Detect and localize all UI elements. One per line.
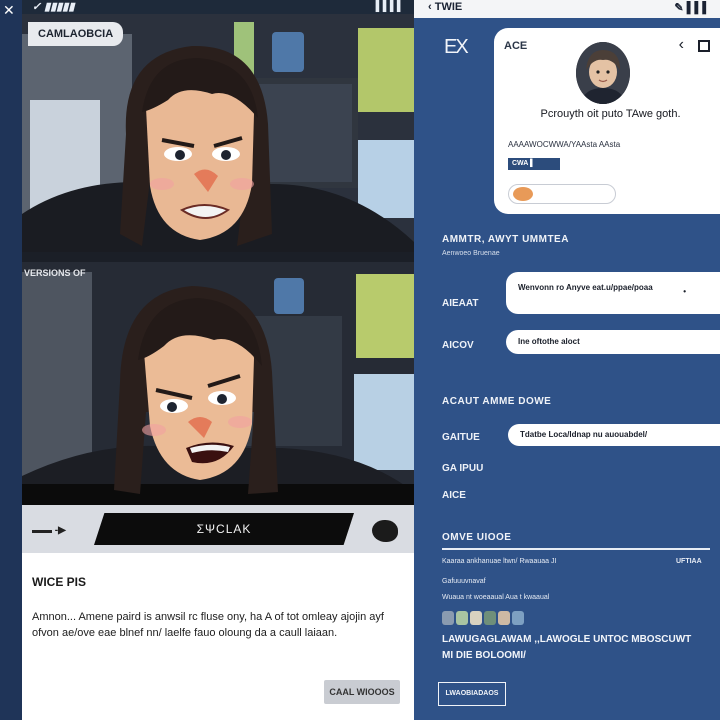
character-illustration-2 xyxy=(22,262,414,505)
row-label-2: AICOV xyxy=(442,340,474,351)
profile-name: ACE xyxy=(504,40,528,52)
panel-title-chip[interactable]: CAMLAOBCIA xyxy=(28,22,124,46)
left-status-bar: ✓ ▮▮▮▮▮ ▌▌▌▌ xyxy=(22,0,414,14)
left-edge: ✕ xyxy=(0,0,22,720)
color-swatch[interactable] xyxy=(470,611,482,625)
status-text: ✓ ▮▮▮▮▮ xyxy=(32,1,75,13)
caption-row: ▬▬ -▶ ΣΨCLAK xyxy=(22,505,414,553)
footer-line-2: MI DIE BOLOOMI/ xyxy=(442,650,526,661)
row-value-1[interactable]: Wenvonn ro Anyve eat.u/ppae/poaa • xyxy=(506,272,720,314)
signal-icon: ✎ ▌▌▌ xyxy=(674,2,710,14)
list-item[interactable]: Wuaua nt woeaaual Aua t kwaaual xyxy=(442,594,549,601)
profile-tag[interactable]: CWA ▌ xyxy=(508,158,560,170)
profile-sidebar: ‹ TWIE ✎ ▌▌▌ EX ACE ‹ Pcrouyth oit puto … xyxy=(414,0,720,720)
row-label-5[interactable]: AICE xyxy=(442,490,466,501)
row-label-3: GAITUE xyxy=(442,432,480,443)
color-swatch[interactable] xyxy=(442,611,454,625)
story-body: Amnon... Amene paird is anwsil rc fluse … xyxy=(32,611,384,639)
dot-icon: • xyxy=(683,287,686,296)
avatar-illustration xyxy=(576,42,630,104)
list-item[interactable]: Kaaraa ankhanuae ltwn/ Rwaauaa JI xyxy=(442,558,556,565)
slider-knob[interactable] xyxy=(513,187,533,201)
speech-bubble-icon[interactable] xyxy=(372,520,398,542)
profile-meta: AAAAWOCWWA/YAAsta AAsta xyxy=(508,140,621,149)
row-label-4[interactable]: GA IPUU xyxy=(442,463,483,474)
color-swatch[interactable] xyxy=(498,611,510,625)
section-title-1: AMMTR, AWYT UMMTEA xyxy=(442,234,569,245)
sidebar-top-bar: ‹ TWIE ✎ ▌▌▌ xyxy=(414,0,720,18)
row-value-1-text: Wenvonn ro Anyve eat.u/ppae/poaa xyxy=(518,283,653,292)
profile-bio: Pcrouyth oit puto TAwe goth. xyxy=(540,108,681,120)
color-swatch[interactable] xyxy=(484,611,496,625)
story-title: WICE PIS xyxy=(32,575,87,589)
chevron-left-icon[interactable]: ‹ xyxy=(679,36,684,54)
color-swatches xyxy=(442,611,526,625)
row-value-2[interactable]: Ine oftothe aloct xyxy=(506,330,720,354)
section-title-3: OMVE UIOOE xyxy=(442,532,512,543)
comic-panel-1: CAMLAOBCIA xyxy=(22,14,414,252)
color-swatch[interactable] xyxy=(512,611,524,625)
call-button[interactable]: CAAL WIOOOS xyxy=(324,680,400,704)
close-icon[interactable]: EX xyxy=(444,36,469,59)
square-icon[interactable] xyxy=(698,40,710,52)
footer-line-1: LAWUGAGLAWAM ,,LAWOGLE UNTOC MBOSCUWT xyxy=(442,634,692,645)
signal-icon: ▌▌▌▌ xyxy=(375,1,404,12)
list-item[interactable]: Gafuuuvnavaf xyxy=(442,578,486,585)
list-item-right[interactable]: UFTIAA xyxy=(676,558,702,565)
profile-slider[interactable] xyxy=(508,184,616,204)
comic-panel-2: VERSIONS OF xyxy=(22,262,414,505)
avatar[interactable] xyxy=(576,42,630,104)
close-icon[interactable]: ✕ xyxy=(3,2,15,19)
panel-divider xyxy=(22,252,414,262)
color-swatch[interactable] xyxy=(456,611,468,625)
profile-card: ACE ‹ Pcrouyth oit puto TAwe goth. AAAAW… xyxy=(494,28,720,214)
row-label-1: AIEAAT xyxy=(442,298,479,309)
section-subtitle-1: Aenwoeo Bruenae xyxy=(442,250,500,257)
panel-2-label: VERSIONS OF xyxy=(24,268,86,278)
row-value-3[interactable]: Tdatbe Loca/ldnap nu auouabdel/ xyxy=(508,424,720,446)
section-divider xyxy=(442,548,710,550)
arrow-icon[interactable]: ▬▬ -▶ xyxy=(32,525,66,536)
story-text-block: WICE PIS Amnon... Amene paird is anwsil … xyxy=(22,553,414,720)
back-button[interactable]: ‹ TWIE xyxy=(428,1,462,13)
caption-banner: ΣΨCLAK xyxy=(94,513,354,545)
section-title-2: ACAUT AMME DOWE xyxy=(442,396,552,407)
character-illustration-1 xyxy=(22,14,414,252)
download-button[interactable]: LWAOBIADAOS xyxy=(438,682,506,706)
